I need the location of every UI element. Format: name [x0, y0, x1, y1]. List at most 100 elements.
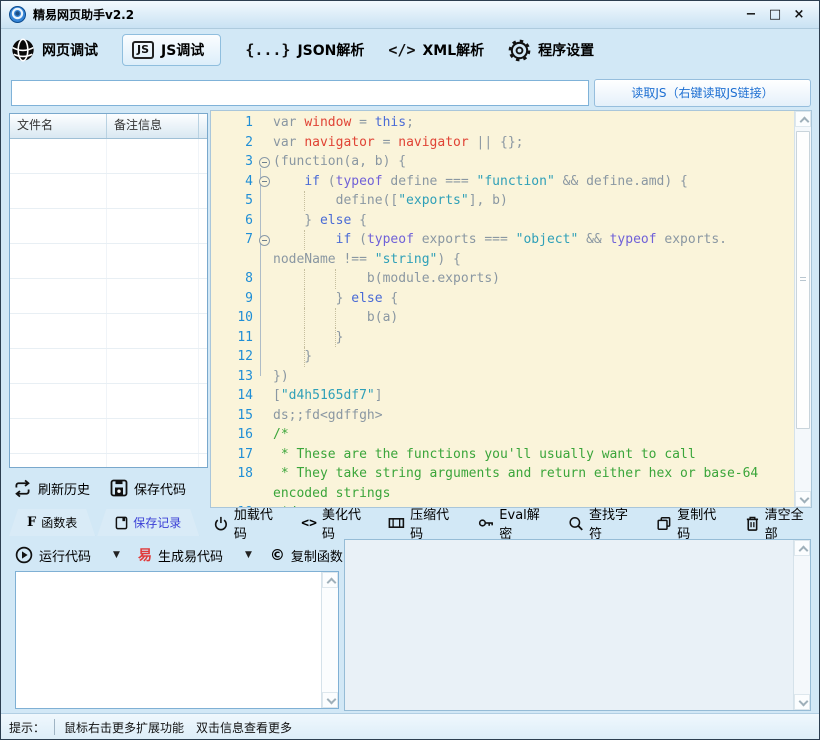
generate-dropdown-icon[interactable]: ▼ [245, 550, 252, 560]
eval-decrypt-button[interactable]: Eval解密 [478, 504, 550, 542]
copy-code-label: 复制代码 [677, 504, 725, 542]
tab-function-table[interactable]: F 函数表 [9, 509, 95, 536]
code-line[interactable]: 2var navigator = navigator || {}; [211, 133, 794, 153]
scroll-up-icon[interactable] [794, 540, 810, 556]
run-dropdown-icon[interactable]: ▼ [113, 550, 120, 560]
scroll-down-icon[interactable] [794, 694, 810, 710]
code-line[interactable]: 1var window = this; [211, 113, 794, 133]
refresh-history-label: 刷新历史 [38, 479, 90, 498]
column-header-filename[interactable]: 文件名 [10, 114, 107, 138]
code-line[interactable]: 9 } else { [211, 289, 794, 309]
scroll-up-icon[interactable] [795, 111, 811, 127]
run-code-label: 运行代码 [39, 546, 91, 565]
copyright-icon: © [270, 546, 285, 564]
status-text: 鼠标右击更多扩展功能 双击信息查看更多 [64, 719, 292, 736]
app-logo-icon [9, 6, 26, 23]
load-code-button[interactable]: 加载代码 [213, 504, 282, 542]
output-panel[interactable] [344, 539, 811, 711]
tab-save-records-label: 保存记录 [133, 514, 181, 531]
code-line[interactable]: 8 b(module.exports) [211, 269, 794, 289]
code-line[interactable]: 3(function(a, b) { [211, 152, 794, 172]
code-editor[interactable]: 1var window = this;2var navigator = navi… [211, 111, 811, 507]
maximize-button[interactable]: □ [763, 5, 787, 25]
table-row[interactable] [10, 349, 207, 384]
beautify-code-button[interactable]: <> 美化代码 [301, 504, 369, 542]
fold-toggle-icon[interactable] [259, 157, 270, 168]
table-row[interactable] [10, 419, 207, 454]
table-row[interactable] [10, 279, 207, 314]
code-line[interactable]: 17 * These are the functions you'll usua… [211, 445, 794, 465]
fold-toggle-icon[interactable] [259, 235, 270, 246]
table-row[interactable] [10, 244, 207, 279]
file-table[interactable]: 文件名 备注信息 [9, 113, 208, 468]
window-title: 精易网页助手v2.2 [33, 6, 739, 23]
copy-icon [656, 515, 672, 532]
search-icon [568, 515, 584, 532]
code-line[interactable]: nodeName !== "string") { [211, 250, 794, 270]
tab-json-parse-label: JSON解析 [297, 40, 364, 60]
code-line[interactable]: 7 if (typeof exports === "object" && typ… [211, 230, 794, 250]
save-code-button[interactable]: 保存代码 [110, 479, 186, 498]
code-line[interactable]: 15ds;;fd<gdffgh> [211, 406, 794, 426]
trash-icon [745, 515, 760, 532]
code-line[interactable]: 11 } [211, 328, 794, 348]
title-bar: 精易网页助手v2.2 − □ × [1, 1, 819, 29]
tab-json-parse[interactable]: {...} JSON解析 [245, 40, 364, 60]
tab-xml-parse[interactable]: </> XML解析 [388, 40, 484, 60]
table-row[interactable] [10, 209, 207, 244]
code-line[interactable]: 10 b(a) [211, 308, 794, 328]
code-line[interactable]: 16/* [211, 425, 794, 445]
function-icon: F [27, 515, 36, 530]
code-lines: 1var window = this;2var navigator = navi… [211, 111, 794, 507]
tab-settings[interactable]: 程序设置 [508, 39, 594, 62]
code-line[interactable]: 5 define(["exports"], b) [211, 191, 794, 211]
close-button[interactable]: × [787, 5, 811, 25]
table-row[interactable] [10, 384, 207, 419]
key-icon [478, 516, 495, 530]
code-line[interactable]: 14["d4h5165df7"] [211, 386, 794, 406]
code-scrollbar[interactable] [794, 111, 811, 507]
table-row[interactable] [10, 139, 207, 174]
url-input[interactable] [11, 80, 589, 106]
table-row[interactable] [10, 454, 207, 468]
left-panel-tabs: F 函数表 保存记录 [9, 509, 199, 536]
scroll-up-icon[interactable] [322, 572, 338, 588]
code-line[interactable]: 12 } [211, 347, 794, 367]
code-line[interactable]: 13}) [211, 367, 794, 387]
eval-decrypt-label: Eval解密 [499, 504, 549, 542]
beautify-code-label: 美化代码 [322, 504, 369, 542]
table-row[interactable] [10, 314, 207, 349]
output-scrollbar[interactable] [793, 540, 810, 710]
run-code-button[interactable]: 运行代码 [15, 546, 91, 565]
code-line[interactable]: 6 } else { [211, 211, 794, 231]
scroll-down-icon[interactable] [322, 692, 338, 708]
code-line[interactable]: 4 if (typeof define === "function" && de… [211, 172, 794, 192]
copy-code-button[interactable]: 复制代码 [656, 504, 725, 542]
fold-toggle-icon[interactable] [259, 176, 270, 187]
power-icon [213, 515, 229, 532]
code-line[interactable]: 18 * They take string arguments and retu… [211, 464, 794, 484]
compress-code-button[interactable]: 压缩代码 [388, 504, 458, 542]
tab-js-debug[interactable]: JS JS调试 [122, 34, 221, 66]
tab-save-records[interactable]: 保存记录 [97, 509, 199, 536]
result-textarea[interactable] [15, 571, 339, 709]
find-text-button[interactable]: 查找字符 [568, 504, 637, 542]
gear-icon [508, 39, 531, 62]
code-line[interactable]: encoded strings [211, 484, 794, 504]
table-row[interactable] [10, 174, 207, 209]
read-js-button[interactable]: 读取JS（右键读取JS链接） [594, 79, 811, 107]
minimize-button[interactable]: − [739, 5, 763, 25]
tab-web-debug[interactable]: 网页调试 [11, 38, 98, 62]
easy-lang-icon: 易 [138, 545, 152, 565]
file-table-body [10, 139, 207, 468]
status-bar: 提示： 鼠标右击更多扩展功能 双击信息查看更多 [1, 713, 819, 740]
result-scrollbar[interactable] [321, 572, 338, 708]
generate-easy-code-button[interactable]: 易 生成易代码 [138, 545, 223, 565]
save-icon [110, 479, 128, 497]
column-header-remarks[interactable]: 备注信息 [107, 114, 199, 138]
copy-function-button[interactable]: © 复制函数 [270, 546, 343, 565]
refresh-history-button[interactable]: 刷新历史 [13, 479, 90, 498]
code-scrollbar-thumb[interactable] [796, 131, 810, 429]
file-icon [115, 516, 128, 530]
clear-all-button[interactable]: 清空全部 [745, 504, 813, 542]
